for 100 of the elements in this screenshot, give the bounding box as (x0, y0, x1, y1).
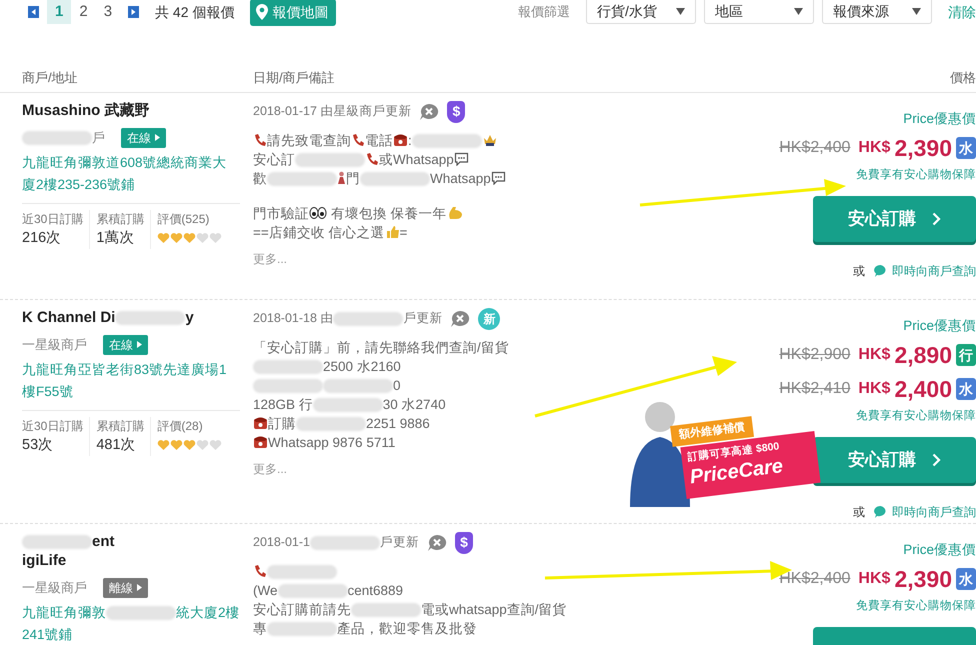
blurred-area (106, 606, 176, 620)
blurred-area (267, 622, 337, 636)
price-label: Price優惠價 (903, 316, 976, 334)
note-line: Whatsapp 9876 5711 (253, 432, 603, 452)
stock-tag: 行 (956, 344, 976, 366)
play-arrow-icon (155, 134, 160, 141)
order-button[interactable]: 安心訂購 (813, 196, 976, 242)
merchant-name[interactable]: Musashino 武藏野 (22, 100, 240, 120)
currency: HK$ (858, 378, 890, 399)
heart-icon (183, 438, 196, 450)
heart-icon (183, 232, 196, 244)
blurred-area (312, 398, 383, 412)
chat-icon (873, 505, 888, 519)
merchant-level: 一星級商戶 (22, 336, 87, 354)
note-line: 歡 門 Whatsapp (253, 168, 603, 188)
page-link[interactable]: 3 (96, 0, 120, 24)
blurred-area (253, 378, 323, 393)
blurred-area (296, 416, 366, 431)
stat-label: 近30日訂購 (22, 210, 84, 228)
note-line: 訂購 2251 9886 (253, 414, 603, 432)
caret-icon (794, 8, 803, 15)
update-date: 2018-01-1 戶更新 (253, 534, 419, 552)
close-bubble-icon (419, 102, 440, 120)
chat-icon (873, 264, 888, 278)
or-label: 或 (853, 263, 865, 280)
dollar-badge: $ (455, 532, 473, 554)
column-header: 價格 (949, 69, 976, 87)
chat-link[interactable]: 即時向商戶查詢 (892, 503, 976, 521)
more-link[interactable]: 更多... (253, 250, 603, 268)
currency: HK$ (858, 344, 890, 365)
currency: HK$ (858, 568, 890, 589)
note-line: 0 (253, 376, 603, 394)
stat-value: 1萬次 (96, 228, 136, 248)
eyes-icon (309, 206, 327, 220)
phone-icon (253, 132, 267, 146)
price-label: Price優惠價 (903, 110, 976, 128)
more-link[interactable]: 更多... (253, 460, 603, 478)
note-line: 2500 水2160 (253, 356, 603, 376)
page-link[interactable]: 1 (47, 0, 72, 24)
blurred-area (267, 172, 337, 186)
heart-icon (157, 438, 170, 450)
clear-link[interactable]: 清除 (948, 2, 976, 22)
telephone-icon (253, 434, 268, 448)
chevron-right-icon (932, 453, 941, 467)
note-line: ==店鋪交收 信心之選 = (253, 222, 408, 242)
merchant-address[interactable]: 九龍旺角彌敦 統大廈2樓241號鋪 (22, 602, 240, 645)
merchant-address[interactable]: 九龍旺角亞皆老街83號先達廣場1樓F55號 (22, 358, 240, 402)
stock-tag: 水 (956, 378, 976, 400)
guarantee-note: 免費享有安心購物保障 (856, 167, 976, 183)
chat-bubble-icon (454, 152, 469, 166)
map-button[interactable]: 報價地圖 (250, 0, 336, 26)
merchant-name[interactable]: ent (22, 532, 240, 550)
stat-value: 216次 (22, 228, 62, 248)
chat-link[interactable]: 即時向商戶查詢 (892, 262, 976, 280)
status-badge[interactable]: 在線 (103, 334, 148, 354)
offer-price: 2,390 (894, 564, 952, 594)
or-label: 或 (853, 504, 865, 521)
merchant-name[interactable]: K Channel Di y (22, 308, 240, 326)
stock-tag: 水 (956, 568, 976, 590)
previous-page-icon (28, 6, 39, 18)
filter-dropdown[interactable]: 地區 (704, 0, 814, 24)
map-pin-icon (256, 4, 268, 20)
dollar-badge: $ (447, 100, 466, 122)
stat-value: 481次 (96, 436, 137, 454)
result-count: 共 42 個報價 (155, 2, 234, 22)
offer-price: 2,890 (894, 340, 952, 370)
blurred-area (253, 360, 323, 374)
guarantee-note: 免費享有安心購物保障 (856, 408, 976, 424)
original-price: HK$2,400 (779, 138, 850, 158)
phone-icon (351, 132, 365, 146)
update-date: 2018-01-18 由 戶更新 (253, 310, 442, 328)
original-price: HK$2,400 (779, 568, 850, 589)
column-header: 商戶/地址 (22, 69, 79, 87)
filter-label: 報價篩選 (518, 3, 570, 22)
price-label: Price優惠價 (903, 540, 976, 558)
offer-price: 2,400 (894, 374, 952, 404)
blurred-area (22, 131, 92, 146)
merchant-name[interactable]: igiLife (22, 550, 240, 570)
update-date: 2018-01-17 由星級商戶更新 (253, 103, 412, 120)
blurred-area (310, 536, 380, 550)
offer-price: 2,390 (894, 134, 952, 163)
stat-label: 近30日訂購 (22, 418, 84, 434)
chat-bubble-icon (490, 170, 506, 184)
blurred-area (412, 134, 482, 148)
blurred-area (295, 152, 365, 167)
page-link[interactable]: 2 (71, 0, 96, 24)
filter-dropdown[interactable]: 報價來源 (822, 0, 932, 24)
status-badge[interactable]: 在線 (121, 128, 166, 148)
note-line: 請先致電查詢 電話 : (253, 130, 603, 150)
order-button[interactable]: 安心訂購 (813, 437, 976, 483)
note-line: 門市驗証 有壞包換 保養一年 (253, 204, 603, 222)
note-line: 安心訂 或Whatsapp (253, 150, 603, 168)
original-price: HK$2,410 (779, 378, 850, 399)
close-bubble-icon (427, 534, 447, 552)
note-line: (We cent6889 (253, 582, 404, 600)
merchant-address[interactable]: 九龍旺角彌敦道608號總統商業大廈2樓235-236號鋪 (22, 152, 240, 196)
status-badge[interactable]: 離線 (103, 578, 148, 598)
filter-dropdown[interactable]: 行貨/水貨 (586, 0, 696, 24)
blurred-area (278, 584, 348, 598)
blurred-area (360, 172, 430, 186)
